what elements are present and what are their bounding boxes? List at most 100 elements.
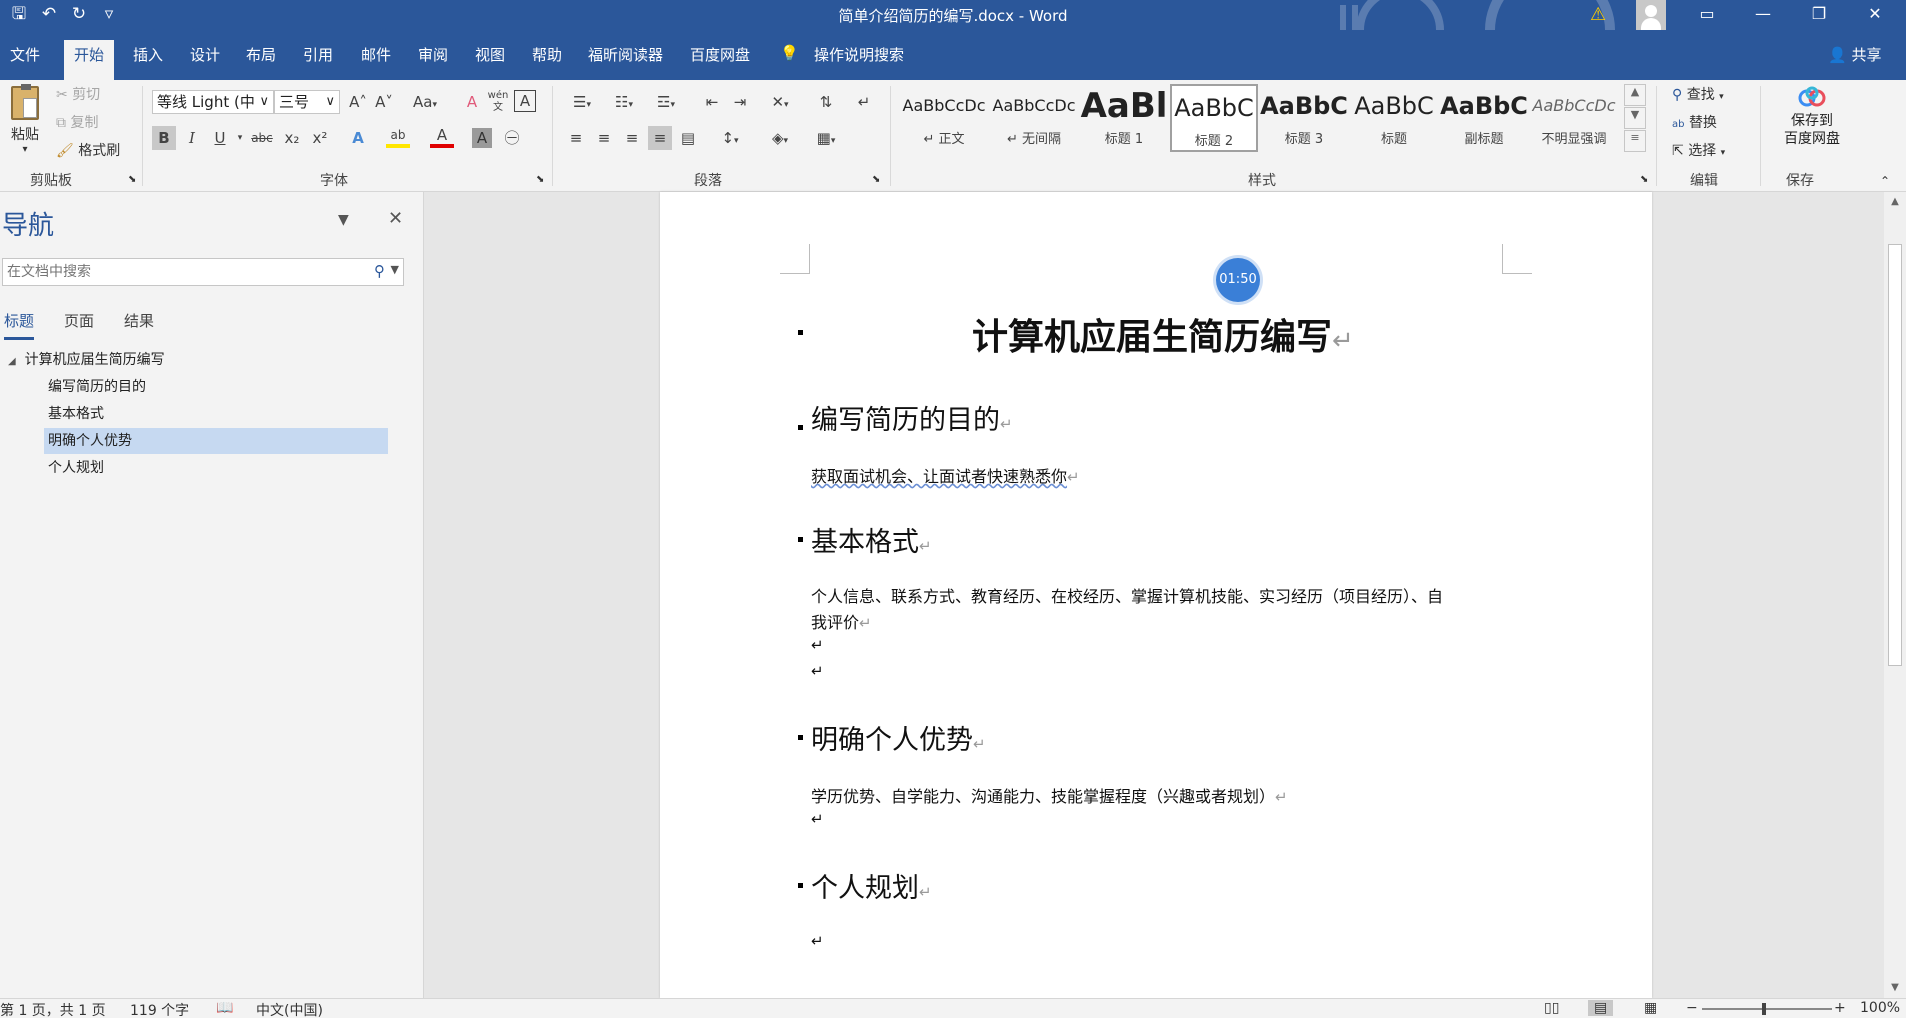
- font-size-box[interactable]: 三号 ∨: [274, 90, 340, 114]
- ribbon-display-icon[interactable]: ▭: [1684, 0, 1730, 30]
- multilevel-list-button[interactable]: ☲▾: [648, 90, 684, 114]
- paste-button[interactable]: 粘贴 ▾: [6, 84, 44, 164]
- chevron-down-icon[interactable]: ▼: [1624, 107, 1646, 129]
- tab-references[interactable]: 引用: [303, 44, 333, 65]
- italic-button[interactable]: I: [180, 126, 204, 150]
- body-paragraph-cont[interactable]: 我评价↵: [811, 610, 872, 636]
- search-icon[interactable]: ⚲: [374, 262, 385, 280]
- highlight-button[interactable]: ab: [386, 126, 410, 148]
- bullets-button[interactable]: ☰▾: [564, 90, 600, 114]
- nav-search-box[interactable]: ⚲ ▼: [2, 258, 404, 286]
- align-right-button[interactable]: ≡: [620, 126, 644, 150]
- chevron-up-icon[interactable]: ▲: [1624, 84, 1646, 106]
- subscript-button[interactable]: x₂: [280, 126, 304, 150]
- chinese-layout-button[interactable]: ✕▾: [762, 90, 798, 114]
- warning-icon[interactable]: ⚠: [1590, 4, 1606, 25]
- font-color-button[interactable]: A: [430, 126, 454, 148]
- nav-heading-item[interactable]: 编写简历的目的: [44, 374, 146, 400]
- collapse-ribbon-icon[interactable]: ⌃: [1880, 174, 1890, 188]
- numbering-button[interactable]: ☷▾: [606, 90, 642, 114]
- style-title[interactable]: AaBbC 标题: [1350, 84, 1438, 152]
- bold-button[interactable]: B: [152, 126, 176, 150]
- nav-heading-item[interactable]: 基本格式: [44, 401, 104, 427]
- read-mode-icon[interactable]: ▯▯: [1544, 1000, 1559, 1016]
- tab-mailings[interactable]: 邮件: [361, 44, 391, 65]
- shading-button[interactable]: ◈▾: [762, 126, 798, 150]
- style-no-spacing[interactable]: AaBbCcDc ↵ 无间隔: [990, 84, 1078, 152]
- tab-foxit-reader[interactable]: 福昕阅读器: [588, 44, 663, 65]
- tab-layout[interactable]: 布局: [246, 44, 276, 65]
- tab-home[interactable]: 开始: [64, 40, 115, 80]
- align-left-button[interactable]: ≡: [564, 126, 588, 150]
- nav-options-icon[interactable]: ▼: [338, 212, 349, 228]
- document-title[interactable]: 计算机应届生简历编写↵: [972, 308, 1354, 360]
- scroll-down-icon[interactable]: ▼: [1884, 982, 1906, 993]
- clear-formatting-button[interactable]: A: [460, 90, 484, 114]
- tab-pages[interactable]: 页面: [64, 310, 94, 331]
- font-name-box[interactable]: 等线 Light (中 ∨: [152, 90, 274, 114]
- show-marks-button[interactable]: ↵: [852, 90, 876, 114]
- body-paragraph[interactable]: 个人信息、联系方式、教育经历、在校经历、掌握计算机技能、实习经历（项目经历）、自: [811, 584, 1443, 610]
- tab-results[interactable]: 结果: [124, 310, 154, 331]
- share-button[interactable]: 👤 共享: [1828, 44, 1881, 65]
- style-normal[interactable]: AaBbCcDc ↵ 正文: [900, 84, 988, 152]
- shrink-font-button[interactable]: A˅: [372, 90, 396, 114]
- print-layout-icon[interactable]: ▤: [1588, 1000, 1614, 1016]
- tab-file[interactable]: 文件: [10, 44, 40, 65]
- page-count[interactable]: 第 1 页，共 1 页: [0, 1000, 106, 1018]
- style-heading-3[interactable]: AaBbC 标题 3: [1260, 84, 1348, 152]
- avatar[interactable]: [1636, 0, 1666, 30]
- copy-button[interactable]: ⧉ 复制: [56, 112, 98, 132]
- language[interactable]: 中文(中国): [256, 1000, 323, 1018]
- phonetic-guide-button[interactable]: wén 文: [486, 90, 510, 114]
- restore-button[interactable]: ❐: [1796, 0, 1842, 30]
- tab-headings[interactable]: 标题: [4, 310, 35, 340]
- web-layout-icon[interactable]: ▦: [1644, 1000, 1657, 1016]
- tab-review[interactable]: 审阅: [418, 44, 448, 65]
- scroll-up-icon[interactable]: ▲: [1884, 196, 1906, 207]
- zoom-slider-thumb[interactable]: [1762, 1003, 1766, 1015]
- tab-help[interactable]: 帮助: [532, 44, 562, 65]
- document-page[interactable]: 01:50 计算机应届生简历编写↵ 编写简历的目的↵ 获取面试机会、让面试者快速…: [660, 192, 1652, 998]
- select-button[interactable]: ⇱ 选择 ▾: [1672, 140, 1725, 160]
- nav-heading-item[interactable]: ◢ 计算机应届生简历编写: [8, 347, 165, 373]
- proofing-icon[interactable]: 📖: [216, 1000, 233, 1016]
- character-shading-button[interactable]: A: [472, 128, 492, 148]
- dialog-launcher-icon[interactable]: ⬊: [128, 174, 136, 185]
- align-center-button[interactable]: ≡: [592, 126, 616, 150]
- line-spacing-button[interactable]: ↕▾: [712, 126, 748, 150]
- change-case-button[interactable]: Aa▾: [408, 90, 442, 114]
- style-subtle-emphasis[interactable]: AaBbCcDc 不明显强调: [1530, 84, 1618, 152]
- tab-insert[interactable]: 插入: [133, 44, 163, 65]
- find-button[interactable]: ⚲ 查找 ▾: [1672, 84, 1724, 104]
- sort-button[interactable]: ⇅: [814, 90, 838, 114]
- more-styles-icon[interactable]: ≡: [1624, 130, 1646, 152]
- zoom-slider[interactable]: [1702, 1008, 1832, 1010]
- dialog-launcher-icon[interactable]: ⬊: [872, 174, 880, 185]
- increase-indent-button[interactable]: ⇥: [728, 90, 752, 114]
- strikethrough-button[interactable]: abc: [250, 126, 274, 150]
- heading[interactable]: 明确个人优势↵: [811, 718, 986, 757]
- style-subtitle[interactable]: AaBbC 副标题: [1440, 84, 1528, 152]
- decrease-indent-button[interactable]: ⇤: [700, 90, 724, 114]
- replace-button[interactable]: ab 替换: [1672, 112, 1717, 132]
- body-paragraph[interactable]: 获取面试机会、让面试者快速熟悉你↵: [811, 464, 1080, 490]
- heading[interactable]: 基本格式↵: [811, 520, 932, 559]
- nav-heading-item[interactable]: 个人规划: [44, 455, 104, 481]
- nav-heading-item-selected[interactable]: 明确个人优势: [44, 428, 388, 454]
- distributed-button[interactable]: ▤: [676, 126, 700, 150]
- dialog-launcher-icon[interactable]: ⬊: [536, 174, 544, 185]
- minimize-button[interactable]: —: [1740, 0, 1786, 30]
- close-icon[interactable]: ✕: [388, 208, 403, 229]
- zoom-in-icon[interactable]: +: [1834, 1000, 1846, 1016]
- grow-font-button[interactable]: A˄: [346, 90, 370, 114]
- character-border-button[interactable]: A: [514, 90, 536, 112]
- scroll-thumb[interactable]: [1888, 244, 1902, 666]
- style-heading-2[interactable]: AaBbC 标题 2: [1170, 84, 1258, 152]
- collapse-triangle-icon[interactable]: ◢: [8, 356, 16, 367]
- style-heading-1[interactable]: AaBl 标题 1: [1080, 84, 1168, 152]
- superscript-button[interactable]: x²: [308, 126, 332, 150]
- save-to-baidu-button[interactable]: 保存到 百度网盘: [1770, 86, 1854, 166]
- format-painter-button[interactable]: 🖌 格式刷: [56, 140, 120, 160]
- body-paragraph[interactable]: 学历优势、自学能力、沟通能力、技能掌握程度（兴趣或者规划）↵: [811, 784, 1288, 810]
